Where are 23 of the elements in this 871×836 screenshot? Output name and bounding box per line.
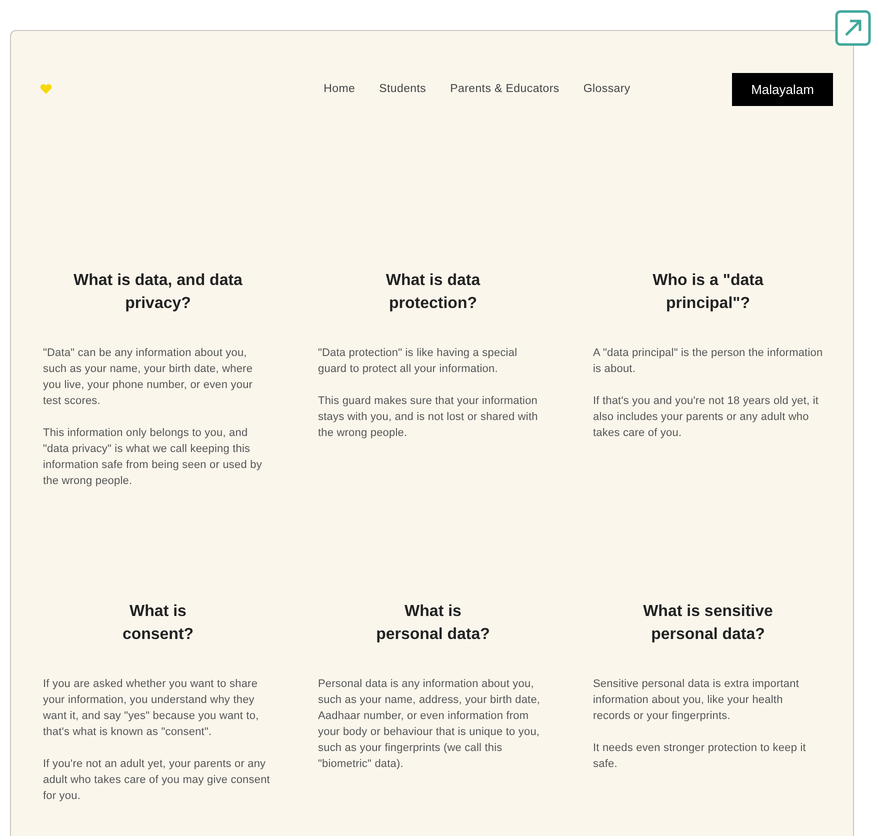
section-heading: What is consent?	[121, 602, 195, 645]
section-paragraph: If you are asked whether you want to share your information, you understand why they want it, and say "yes" because you want to, that's what is known as "consent".	[43, 677, 260, 740]
section-paragraph: It needs even stronger protection to keep it safe.	[593, 741, 807, 772]
section-heading: What is sensitive personal data?	[642, 602, 774, 645]
nav-link[interactable]: Students	[379, 83, 426, 95]
section-paragraph: Personal data is any information about you, such as your name, address, your birth date, Aadhaar number, or even information from your body or behaviour that is unique to you, such as your fingerprints (we call this "biometric" data).	[318, 677, 542, 772]
section-paragraph: "Data protection" is like having a special guard to protect all your information.	[318, 346, 518, 377]
nav-link[interactable]: Parents & Educators	[450, 83, 560, 95]
nav-link[interactable]: Home	[324, 83, 356, 95]
language-button[interactable]: Malayalam	[732, 72, 833, 106]
nav-link[interactable]: Glossary	[583, 83, 630, 95]
section-paragraph: This information only belongs to you, and "data privacy" is what we call keeping this information safe from being seen or used by the wrong people.	[43, 426, 263, 489]
section-heading: What is data, and data privacy?	[72, 271, 244, 314]
section-paragraph: If you're not an adult yet, your parents or any adult who takes care of you may give consent for you.	[43, 757, 271, 804]
section-heading: What is data protection?	[384, 271, 482, 314]
section-paragraph: Sensitive personal data is extra important information about you, like your health records or your fingerprints.	[593, 677, 800, 724]
open-external-icon[interactable]	[835, 10, 871, 46]
section-heading: What is personal data?	[375, 602, 491, 645]
section-heading: Who is a "data principal"?	[652, 271, 764, 314]
section-paragraph: If that's you and you're not 18 years old yet, it also includes your parents or any adult who takes care of you.	[593, 394, 820, 441]
section-paragraph: "Data" can be any information about you, such as your name, your birth date, where you live, your phone number, or even your test scores.	[43, 346, 254, 409]
section-paragraph: A "data principal" is the person the information is about.	[593, 346, 823, 377]
section-paragraph: This guard makes sure that your information stays with you, and is not lost or shared with the wrong people.	[318, 394, 539, 441]
